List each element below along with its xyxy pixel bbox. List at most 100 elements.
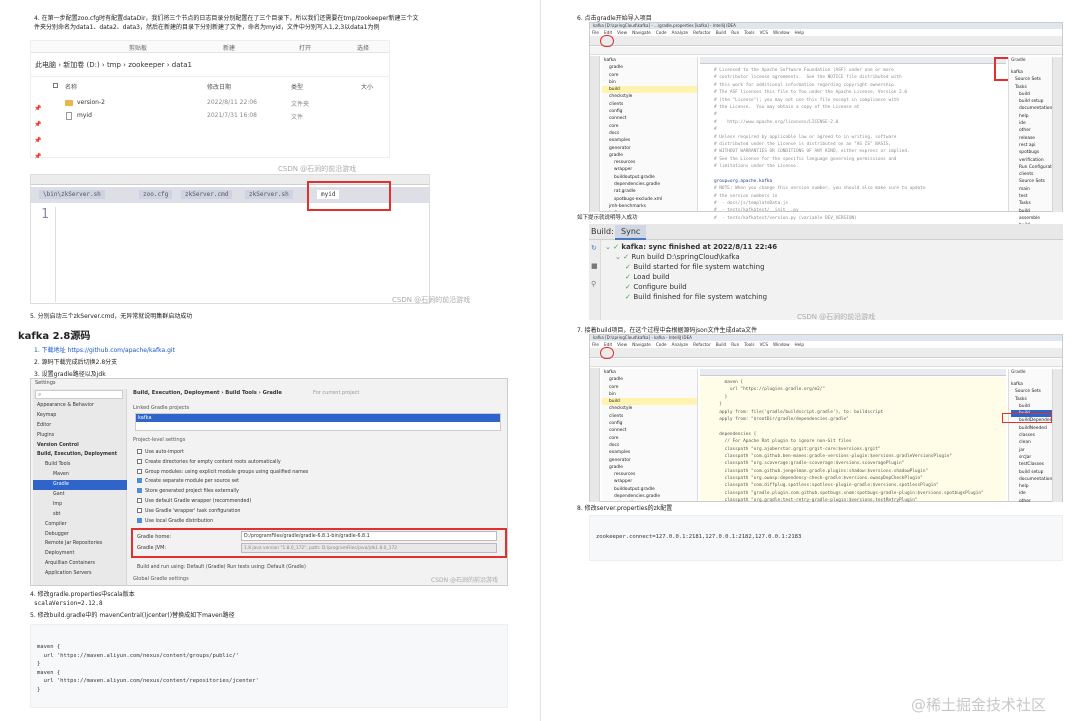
path-data1[interactable]: data1	[172, 61, 192, 69]
menu-item[interactable]: File	[592, 30, 599, 35]
gradle-tree-item[interactable]: build	[1011, 403, 1053, 410]
settings-nav-item[interactable]: Arquillian Containers	[33, 559, 127, 569]
path-pc[interactable]: 此电脑	[35, 61, 56, 69]
build-line[interactable]: ✓ Build finished for file system watchin…	[605, 292, 1005, 302]
path-drive[interactable]: 新加卷 (D:)	[63, 61, 99, 69]
tree-item[interactable]: build	[602, 398, 697, 406]
settings-option[interactable]: Group modules: using explicit module gro…	[137, 468, 497, 478]
tree-item[interactable]: examples	[602, 137, 697, 144]
settings-option[interactable]: Use default Gradle wrapper (recommended)	[137, 497, 497, 507]
path-tmp[interactable]: tmp	[107, 61, 121, 69]
build-line[interactable]: ✓ Build started for file system watching	[605, 262, 1005, 272]
gradle-tree-item[interactable]: ide	[1011, 120, 1053, 127]
menu-item[interactable]: Analyze	[672, 342, 689, 347]
tree-item[interactable]: jmh-benchmarks	[602, 203, 697, 210]
tree-item[interactable]: gradle	[602, 64, 697, 71]
tab-zkserver-cmd[interactable]: zkServer.cmd	[181, 190, 233, 199]
tree-item[interactable]: core	[602, 384, 697, 391]
tree-item[interactable]: kafka	[602, 57, 697, 64]
menu-item[interactable]: Help	[795, 342, 805, 347]
gradle-jvm-select[interactable]: 1.8 java version "1.8.0_172", path: D:/p…	[241, 543, 497, 553]
build-line[interactable]: ⌄ ✓ Run build D:\springCloud\kafka	[605, 252, 1005, 262]
menu-item[interactable]: Code	[656, 342, 667, 347]
settings-option[interactable]: Use Gradle 'wrapper' task configuration	[137, 507, 497, 517]
col-date[interactable]: 修改日期	[207, 82, 231, 91]
build-line[interactable]: ⌄ ✓ kafka: sync finished at 2022/8/11 22…	[605, 242, 1005, 252]
settings-nav-item[interactable]: Imp	[33, 500, 127, 510]
tab-zoo-cfg[interactable]: zoo.cfg	[139, 190, 173, 199]
tree-item[interactable]: dependencies.gradle	[602, 493, 697, 500]
settings-nav-item[interactable]: Version Control	[33, 441, 127, 451]
tree-item[interactable]: build	[602, 86, 697, 94]
gradle-tree-item[interactable]: main	[1011, 186, 1053, 193]
menu-item[interactable]: Run	[731, 30, 739, 35]
tree-item[interactable]: core	[602, 72, 697, 79]
settings-nav-item[interactable]: Gant	[33, 490, 127, 500]
gradle-tree-item[interactable]: ide	[1011, 490, 1053, 497]
settings-option[interactable]: Create directories for empty content roo…	[137, 458, 497, 468]
settings-option[interactable]: Use auto-import	[137, 448, 497, 458]
settings-nav-item[interactable]: Plugins	[33, 431, 127, 441]
tree-item[interactable]: core	[602, 123, 697, 130]
gradle-tree-item[interactable]: Tasks	[1011, 84, 1053, 91]
gradle-tree-item[interactable]: Run Configurations	[1011, 164, 1053, 171]
sync-tab[interactable]: Sync	[615, 225, 647, 240]
tree-item[interactable]: docs	[602, 442, 697, 449]
gradle-tree-item[interactable]: kafka	[1011, 381, 1053, 388]
tree-item[interactable]: resources	[602, 159, 697, 166]
tree-item[interactable]: kafka	[602, 369, 697, 376]
gradle-tree-item[interactable]: release	[1011, 135, 1053, 142]
chevron-icon[interactable]: ⌄	[615, 253, 623, 261]
file-row[interactable]: version-2 2022/8/11 22:06 文件夹	[61, 98, 361, 110]
list-item-download[interactable]: 1. 下载地址 https://github.com/apache/kafka.…	[34, 346, 175, 355]
menu-item[interactable]: View	[617, 342, 627, 347]
path-zookeeper[interactable]: zookeeper	[128, 61, 164, 69]
col-type[interactable]: 类型	[291, 82, 303, 91]
settings-option[interactable]: Create separate module per source set	[137, 477, 497, 487]
menu-item[interactable]: Refactor	[693, 30, 711, 35]
gradle-home-input[interactable]: D:/programFiles/gradle/gradle-6.8.1-bin/…	[241, 531, 497, 541]
gradle-tree-item[interactable]: clients	[1011, 171, 1053, 178]
linked-project-item[interactable]: kafka	[136, 414, 500, 422]
tree-item[interactable]: rat.gradle	[602, 500, 697, 501]
settings-option[interactable]: Store generated project files externally	[137, 487, 497, 497]
menu-item[interactable]: Tools	[744, 30, 754, 35]
gradle-tree-item[interactable]: jar	[1011, 447, 1053, 454]
settings-nav-item[interactable]: sbt	[33, 510, 127, 520]
menu-item[interactable]: VCS	[760, 342, 768, 347]
menu-item[interactable]: Tools	[744, 342, 754, 347]
settings-nav-item[interactable]: Gradle	[33, 480, 127, 491]
tree-item[interactable]: examples	[602, 449, 697, 456]
tree-item[interactable]: connect	[602, 427, 697, 434]
gradle-tree-item[interactable]: Source Sets	[1011, 178, 1053, 185]
settings-nav-item[interactable]: Debugger	[33, 530, 127, 540]
col-size[interactable]: 大小	[361, 82, 373, 91]
option-checkbox[interactable]	[137, 497, 142, 503]
settings-nav-item[interactable]: Maven	[33, 470, 127, 480]
option-checkbox[interactable]	[137, 507, 142, 513]
ribbon-clipboard[interactable]: 剪贴板	[129, 43, 147, 52]
menu-item[interactable]: Build	[716, 342, 727, 347]
gradle-tree-item[interactable]: verification	[1011, 157, 1053, 164]
refresh-icon[interactable]: ↻	[591, 244, 597, 252]
menu-item[interactable]: VCS	[760, 30, 768, 35]
option-checkbox[interactable]	[137, 468, 142, 474]
gradle-tree-item[interactable]: clean	[1011, 439, 1053, 446]
stop-icon[interactable]: ■	[591, 262, 598, 270]
tree-item[interactable]: docs	[602, 130, 697, 137]
gradle-tree-item[interactable]: build setup	[1011, 469, 1053, 476]
settings-nav-item[interactable]: Appearance & Behavior	[33, 401, 127, 411]
gradle-tree-item[interactable]: assemble	[1011, 215, 1053, 222]
gradle-tree-item[interactable]: classes	[1011, 432, 1053, 439]
gradle-tree-item[interactable]: build	[1011, 208, 1053, 215]
build-line[interactable]: ✓ Configure build	[605, 282, 1005, 292]
menu-item[interactable]: Help	[795, 30, 805, 35]
menu-item[interactable]: Refactor	[693, 342, 711, 347]
pin-icon[interactable]: ⚲	[591, 280, 596, 288]
option-checkbox[interactable]	[137, 478, 142, 484]
tree-item[interactable]: clients	[602, 101, 697, 108]
menu-item[interactable]: Window	[773, 342, 790, 347]
tree-item[interactable]: dependencies.gradle	[602, 181, 697, 188]
tree-item[interactable]: buildoutput.gradle	[602, 174, 697, 181]
menu-item[interactable]: Navigate	[632, 30, 651, 35]
